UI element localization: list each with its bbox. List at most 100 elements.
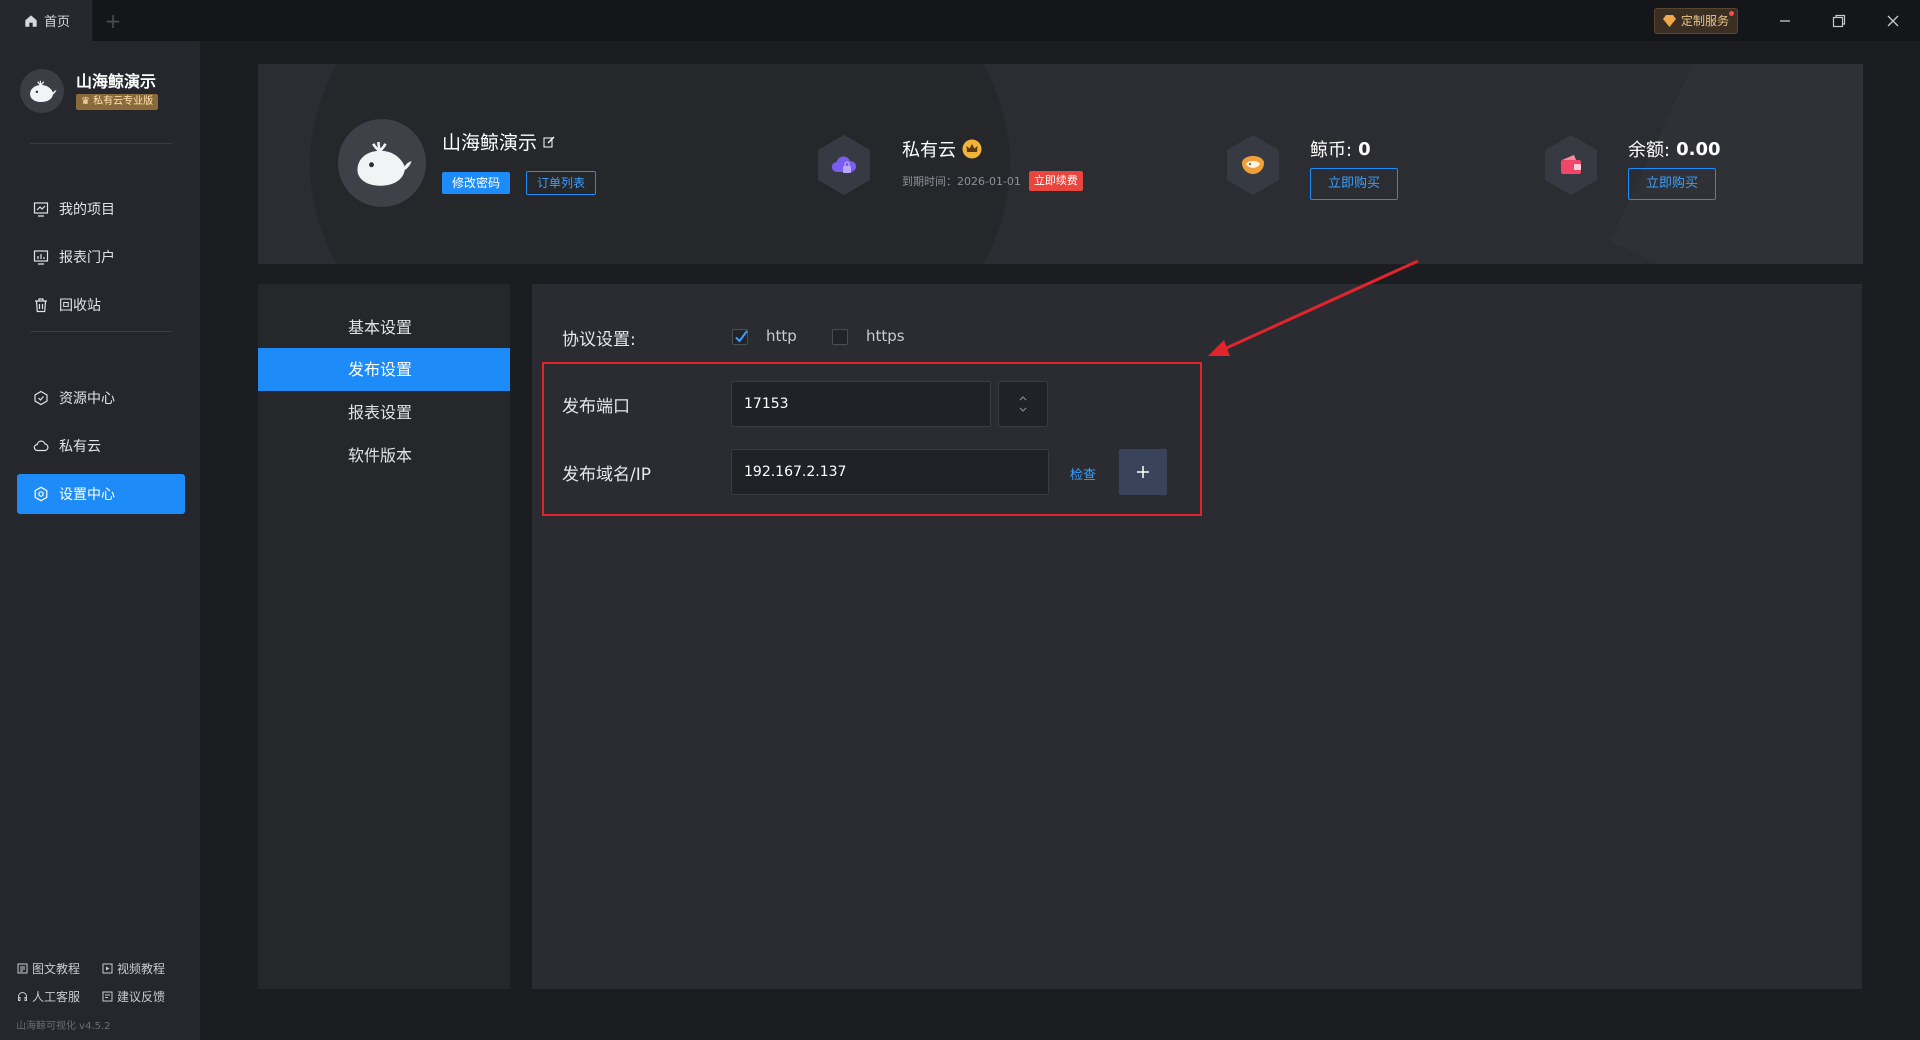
customer-service-link[interactable]: 人工客服 <box>17 988 80 1005</box>
sidebar-item-label: 设置中心 <box>59 487 115 503</box>
whale-coin-stat: 鲸币: 0 <box>1310 136 1371 162</box>
report-portal-icon <box>33 250 49 265</box>
balance-badge <box>1544 134 1598 196</box>
sidebar-item-trash[interactable]: 回收站 <box>17 285 185 325</box>
account-header: 山海鲸演示 修改密码 订单列表 私有云 到期时间：2026-01-01 立即续费… <box>258 64 1863 264</box>
sidebar-item-settings-center[interactable]: 设置中心 <box>17 474 185 514</box>
sidebar: 山海鲸演示 ♛ 私有云专业版 我的项目 报表门户 回收站 资源中心 私有云 设置… <box>0 41 200 1040</box>
menu-item-publish-settings[interactable]: 发布设置 <box>258 348 510 391</box>
notification-dot <box>1729 10 1734 16</box>
edit-icon[interactable] <box>543 136 555 148</box>
brand: 山海鲸演示 ♛ 私有云专业版 <box>20 69 159 113</box>
balance-label: 余额: <box>1628 140 1671 161</box>
resource-icon <box>34 390 48 406</box>
sidebar-item-label: 我的项目 <box>59 202 115 218</box>
add-domain-button[interactable] <box>1119 449 1167 495</box>
cloud-lock-icon <box>831 156 857 173</box>
menu-item-basic-settings[interactable]: 基本设置 <box>258 306 510 349</box>
expire-info: 到期时间：2026-01-01 立即续费 <box>902 171 1083 191</box>
crown-icon <box>962 139 982 159</box>
whale-coin-value: 0 <box>1358 138 1371 160</box>
text-tutorial-label: 图文教程 <box>32 962 81 976</box>
order-list-button[interactable]: 订单列表 <box>526 171 597 195</box>
whale-logo-icon <box>20 69 64 113</box>
wallet-icon <box>1561 155 1581 174</box>
whale-coin-label: 鲸币: <box>1310 140 1353 161</box>
sidebar-item-report-portal[interactable]: 报表门户 <box>17 237 185 277</box>
sidebar-item-label: 资源中心 <box>59 391 115 407</box>
text-tutorial-link[interactable]: 图文教程 <box>17 960 80 977</box>
tab-home[interactable]: 首页 <box>0 0 94 41</box>
sidebar-divider <box>30 331 172 332</box>
minimize-icon <box>1780 19 1790 22</box>
sidebar-divider <box>30 143 172 144</box>
restore-icon <box>1832 14 1846 27</box>
minimize-button[interactable] <box>1758 0 1812 41</box>
port-label: 发布端口 <box>562 397 630 417</box>
settings-menu: 基本设置 发布设置 报表设置 软件版本 <box>258 284 510 989</box>
customer-service-label: 人工客服 <box>32 990 81 1004</box>
sidebar-item-label: 私有云 <box>59 439 101 455</box>
chevron-down-icon[interactable] <box>1019 407 1027 413</box>
cloud-icon <box>33 440 49 452</box>
headset-icon <box>18 992 27 1001</box>
home-icon <box>25 14 37 27</box>
buy-balance-button[interactable]: 立即购买 <box>1628 168 1716 200</box>
document-icon <box>17 963 28 974</box>
user-name: 山海鲸演示 <box>442 128 555 155</box>
whale-coin-badge <box>1226 134 1280 196</box>
settings-icon <box>34 486 48 502</box>
video-tutorial-link[interactable]: 视频教程 <box>102 960 165 977</box>
https-label: https <box>866 327 905 345</box>
private-cloud-title: 私有云 <box>902 136 982 162</box>
sidebar-item-private-cloud[interactable]: 私有云 <box>17 426 185 466</box>
plus-icon: + <box>104 8 122 33</box>
tab-home-label: 首页 <box>44 15 71 30</box>
private-cloud-badge <box>817 134 871 196</box>
protocol-label: 协议设置: <box>562 330 636 350</box>
http-checkbox[interactable] <box>732 329 748 345</box>
whale-coin-icon <box>1242 156 1264 174</box>
project-icon <box>33 202 49 217</box>
domain-label: 发布域名/IP <box>562 465 651 485</box>
buy-whale-coin-button[interactable]: 立即购买 <box>1310 168 1398 200</box>
publish-settings-panel: 协议设置: http https 发布端口 17153 发布域名/IP 192.… <box>532 284 1862 989</box>
port-stepper[interactable] <box>998 381 1048 427</box>
sidebar-item-label: 报表门户 <box>59 250 115 266</box>
close-icon <box>1887 15 1899 26</box>
checkmark-icon <box>735 330 748 343</box>
balance-value: 0.00 <box>1676 138 1721 160</box>
check-link[interactable]: 检查 <box>1070 464 1096 483</box>
trash-icon <box>35 298 47 313</box>
restore-button[interactable] <box>1812 0 1866 41</box>
renew-button[interactable]: 立即续费 <box>1028 171 1083 191</box>
feedback-link[interactable]: 建议反馈 <box>102 988 165 1005</box>
custom-service-label: 定制服务 <box>1680 14 1729 28</box>
edition-badge: ♛ 私有云专业版 <box>76 94 159 110</box>
whale-avatar-icon <box>357 141 412 186</box>
https-checkbox[interactable] <box>832 329 848 345</box>
version-label: 山海鲸可视化 v4.5.2 <box>16 1021 111 1032</box>
http-label: http <box>766 327 797 345</box>
menu-item-software-version[interactable]: 软件版本 <box>258 434 510 477</box>
expire-date: 到期时间：2026-01-01 <box>902 175 1021 188</box>
avatar[interactable] <box>338 119 426 207</box>
video-tutorial-label: 视频教程 <box>117 962 166 976</box>
change-password-button[interactable]: 修改密码 <box>442 172 511 194</box>
sidebar-item-resource-center[interactable]: 资源中心 <box>17 378 185 418</box>
close-button[interactable] <box>1866 0 1920 41</box>
user-name-text: 山海鲸演示 <box>442 132 538 154</box>
chevron-up-icon[interactable] <box>1019 395 1027 401</box>
sidebar-item-my-projects[interactable]: 我的项目 <box>17 189 185 229</box>
custom-service-button[interactable]: 定制服务 <box>1653 7 1738 34</box>
video-icon <box>102 963 113 974</box>
add-tab-button[interactable]: + <box>93 0 133 41</box>
sidebar-item-label: 回收站 <box>59 298 101 314</box>
feedback-label: 建议反馈 <box>117 990 166 1004</box>
diamond-icon <box>1662 14 1676 27</box>
domain-input[interactable]: 192.167.2.137 <box>731 449 1049 495</box>
balance-stat: 余额: 0.00 <box>1628 136 1721 162</box>
port-input[interactable]: 17153 <box>731 381 991 427</box>
title-bar: 首页 + 定制服务 <box>0 0 1920 41</box>
menu-item-report-settings[interactable]: 报表设置 <box>258 391 510 434</box>
